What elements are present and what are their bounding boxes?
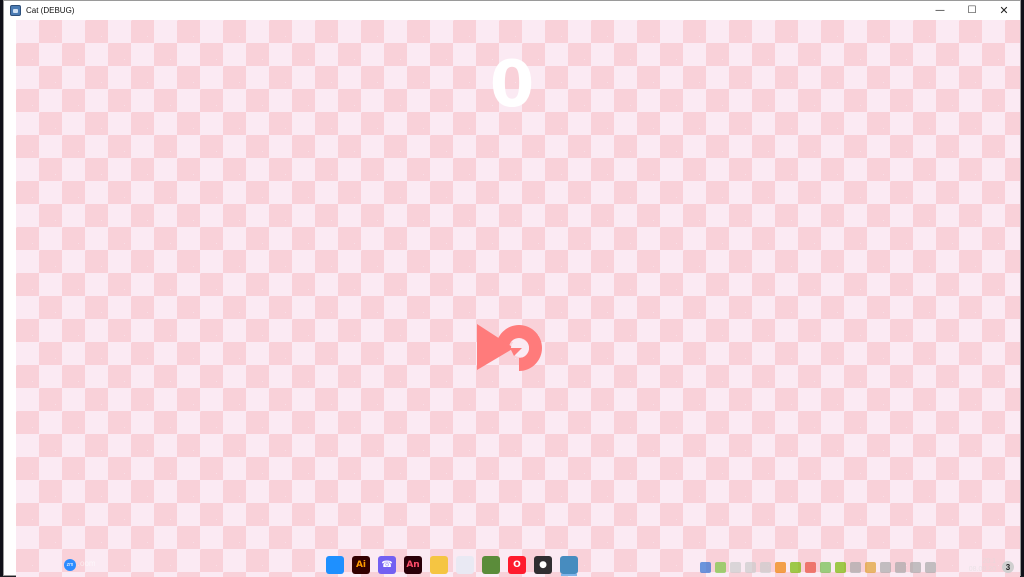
- maps-app-icon[interactable]: [326, 556, 344, 574]
- close-button[interactable]: ✕: [988, 1, 1020, 20]
- clock[interactable]: 20:1 08.08.20: [969, 558, 996, 574]
- steam-icon[interactable]: [730, 562, 741, 573]
- system-tray: [700, 562, 936, 573]
- notification-badge[interactable]: 3: [1002, 561, 1014, 573]
- window-controls: — ☐ ✕: [924, 1, 1020, 20]
- minimize-button[interactable]: —: [924, 1, 956, 20]
- minecraft-icon[interactable]: [482, 556, 500, 574]
- window-title: Cat (DEBUG): [26, 6, 75, 15]
- game-window: Cat (DEBUG) — ☐ ✕ 0: [3, 0, 1021, 577]
- browser-tray-icon[interactable]: [805, 562, 816, 573]
- game-canvas[interactable]: 0: [16, 20, 1020, 577]
- retry-button[interactable]: [474, 314, 556, 384]
- network-monitor-icon[interactable]: [820, 562, 831, 573]
- adobe-tray-icon[interactable]: [775, 562, 786, 573]
- opera-icon[interactable]: O: [508, 556, 526, 574]
- sync-icon[interactable]: [715, 562, 726, 573]
- illustrator-icon[interactable]: Ai: [352, 556, 370, 574]
- zoom-icon[interactable]: zm: [64, 559, 76, 571]
- gpu-tray-icon[interactable]: [835, 562, 846, 573]
- zoom-label[interactable]: oom: [80, 559, 96, 568]
- chevron-up-icon[interactable]: [880, 562, 891, 573]
- folder-tray-icon[interactable]: [865, 562, 876, 573]
- settings-tray-icon[interactable]: [745, 562, 756, 573]
- keyboard-icon[interactable]: [925, 562, 936, 573]
- battery-icon[interactable]: [895, 562, 906, 573]
- paint-app-icon[interactable]: [456, 556, 474, 574]
- clock-date: 08.08.20: [968, 566, 996, 573]
- viber-icon[interactable]: ☎: [378, 556, 396, 574]
- score-display: 0: [489, 48, 535, 122]
- nvidia-icon[interactable]: [790, 562, 801, 573]
- wifi-icon[interactable]: [910, 562, 921, 573]
- title-bar[interactable]: Cat (DEBUG) — ☐ ✕: [4, 1, 1020, 20]
- start-area: [4, 563, 14, 573]
- animate-icon[interactable]: An: [404, 556, 422, 574]
- retry-arrow-icon: [477, 324, 542, 371]
- malwarebytes-icon[interactable]: [700, 562, 711, 573]
- clock-time: 20:1: [982, 558, 996, 565]
- maximize-button[interactable]: ☐: [956, 1, 988, 20]
- sound-tray-icon[interactable]: [760, 562, 771, 573]
- file-explorer-icon[interactable]: [430, 556, 448, 574]
- godot-app-icon: [10, 5, 21, 16]
- windows-start-icon[interactable]: [4, 563, 14, 573]
- obs-icon[interactable]: ●: [534, 556, 552, 574]
- godot-icon[interactable]: [560, 556, 578, 576]
- taskbar: zm oom Ai ☎ An O ● 20:1 08.08.20 3: [0, 554, 1024, 576]
- flame-tray-icon[interactable]: [850, 562, 861, 573]
- taskbar-apps: Ai ☎ An O ●: [326, 556, 578, 576]
